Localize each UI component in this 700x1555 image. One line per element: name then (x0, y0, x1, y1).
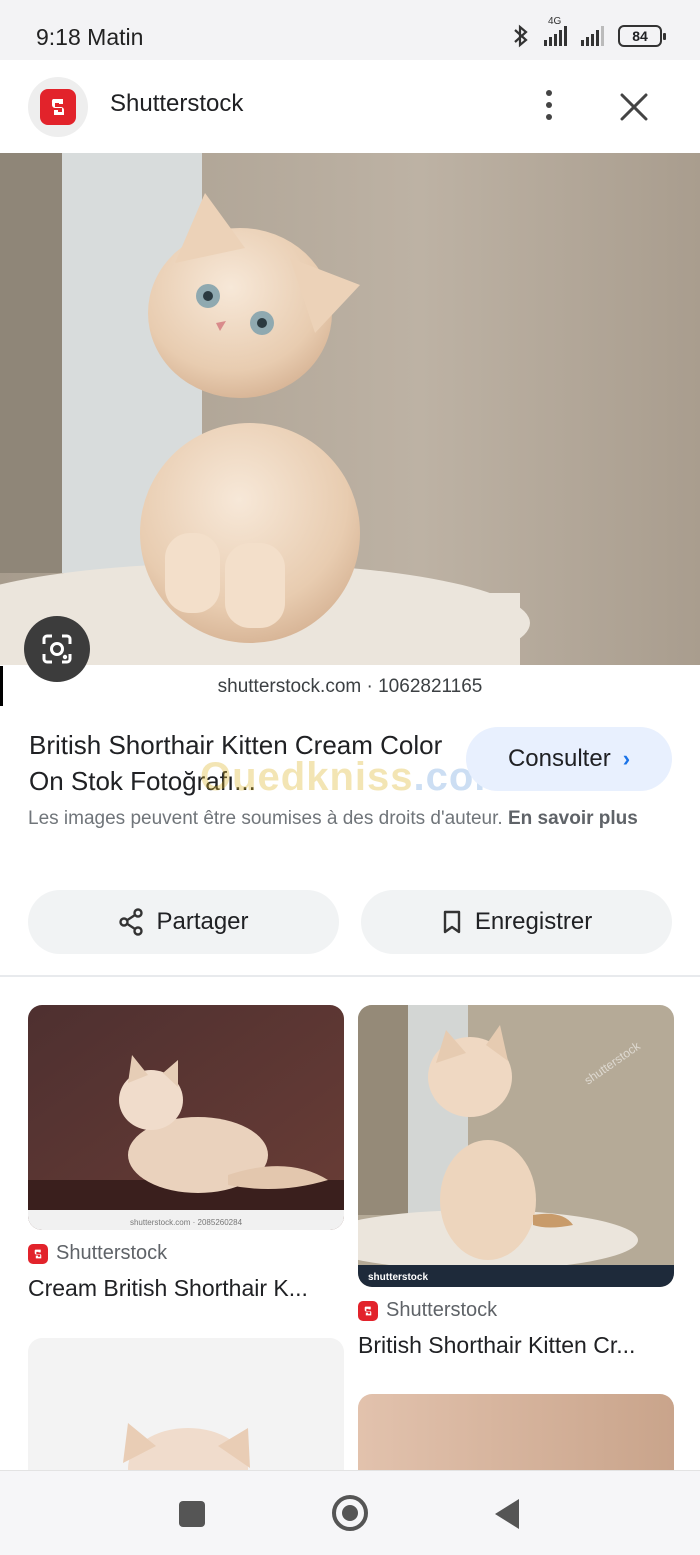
battery-level: 84 (632, 28, 648, 44)
shutterstock-logo-icon (358, 1300, 378, 1321)
share-label: Partager (156, 908, 249, 935)
hero-image[interactable] (0, 153, 700, 665)
section-divider (0, 975, 700, 977)
signal-4g-icon: 4G (544, 16, 567, 46)
card-source: Shutterstock (28, 1242, 344, 1265)
bookmark-icon (443, 910, 461, 934)
shutterstock-logo-icon (28, 1243, 48, 1264)
google-lens-icon[interactable] (24, 616, 90, 682)
learn-more-link[interactable]: En savoir plus (508, 808, 638, 829)
site-logo[interactable] (28, 77, 88, 137)
card-source: Shutterstock (358, 1299, 674, 1322)
card-title[interactable]: British Shorthair Kitten Cr... (358, 1332, 674, 1359)
related-thumbnail[interactable]: shutterstock shutterstock (358, 1005, 674, 1287)
network-label: 4G (548, 16, 562, 27)
thumb-brand: shutterstock (368, 1272, 428, 1283)
related-card[interactable]: shutterstock.com · 2085260284 Shuttersto… (28, 1005, 344, 1302)
thumb-caption: shutterstock.com · 2085260284 (130, 1218, 243, 1227)
battery-icon: 84 (618, 25, 666, 47)
save-button[interactable]: Enregistrer (361, 890, 672, 954)
related-thumbnail[interactable] (358, 1394, 674, 1470)
system-nav-bar (0, 1470, 700, 1555)
site-name[interactable]: Shutterstock (110, 90, 243, 118)
related-card[interactable]: shutterstock shutterstock Shutterstock B… (358, 1005, 674, 1359)
result-title[interactable]: British Shorthair Kitten Cream Color On … (29, 727, 449, 799)
consult-button[interactable]: Consulter › (466, 727, 672, 791)
related-thumbnail[interactable] (28, 1338, 344, 1470)
back-icon[interactable] (495, 1499, 519, 1529)
chevron-right-icon: › (622, 746, 631, 771)
signal-icon (581, 26, 604, 46)
bluetooth-icon (514, 24, 528, 48)
copyright-notice: Les images peuvent être soumises à des d… (28, 804, 668, 833)
image-caption: shutterstock.com · 1062821165 (217, 676, 483, 697)
close-icon[interactable] (617, 90, 651, 124)
consult-label: Consulter (507, 745, 611, 772)
more-vert-icon[interactable] (538, 90, 560, 124)
status-icons: 4G 84 (512, 16, 666, 48)
home-icon[interactable] (332, 1495, 368, 1531)
share-icon (119, 908, 144, 936)
card-source-label: Shutterstock (56, 1242, 168, 1264)
card-title[interactable]: Cream British Shorthair K... (28, 1275, 344, 1302)
related-thumbnail[interactable]: shutterstock.com · 2085260284 (28, 1005, 344, 1230)
status-time: 9:18 Matin (36, 24, 144, 50)
copyright-text: Les images peuvent être soumises à des d… (28, 808, 503, 829)
app-header: Shutterstock (0, 60, 700, 153)
card-source-label: Shutterstock (386, 1299, 498, 1321)
share-button[interactable]: Partager (28, 890, 339, 954)
recents-icon[interactable] (179, 1501, 205, 1527)
shutterstock-logo-icon (40, 89, 76, 125)
save-label: Enregistrer (474, 908, 593, 935)
